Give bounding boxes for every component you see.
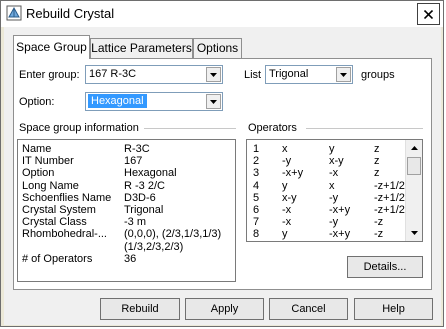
list-filter-value: Trigonal <box>269 68 309 80</box>
operator-component: x <box>329 179 335 192</box>
operator-component: -x+y <box>329 228 351 241</box>
info-row-label: IT Number <box>22 155 74 168</box>
dialog-body: Space Group Lattice Parameters Options E… <box>4 27 441 325</box>
operator-index: 1 <box>253 143 260 155</box>
info-row-label: Rhombohedral-... <box>22 228 107 241</box>
operator-component: -x+y <box>329 204 351 216</box>
operator-component: -y <box>329 191 339 204</box>
enter-group-value: 167 R-3C <box>89 68 137 80</box>
operator-component: -z+1/2 <box>374 191 405 204</box>
operators-heading: Operators <box>248 122 297 134</box>
chevron-down-icon <box>210 72 217 77</box>
enter-group-label: Enter group: <box>19 69 80 81</box>
info-row-value: Trigonal <box>124 204 164 216</box>
info-row-value: D3D-6 <box>124 191 156 204</box>
operators-scrollbar[interactable] <box>405 140 422 241</box>
operator-component: -x <box>282 216 292 229</box>
tab-space-group[interactable]: Space Group <box>13 35 90 59</box>
scroll-down-button[interactable] <box>406 225 422 241</box>
scroll-up-button[interactable] <box>406 140 422 156</box>
operator-component: -x <box>282 204 292 216</box>
info-row-value: R-3C <box>124 143 150 155</box>
operator-component: z <box>374 167 380 180</box>
operator-component: -y <box>282 155 292 168</box>
operator-index: 3 <box>253 167 260 180</box>
operator-component: -z <box>374 228 384 241</box>
info-row-label: Long Name <box>22 179 79 192</box>
operator-component: y <box>329 143 335 155</box>
space-group-info-heading: Space group information <box>19 122 139 134</box>
operator-component: -y <box>329 216 339 229</box>
list-filter-dropdown-arrow[interactable] <box>336 67 351 82</box>
option-label: Option: <box>19 96 55 108</box>
enter-group-combobox[interactable]: 167 R-3C <box>85 65 223 84</box>
tab-lattice-parameters[interactable]: Lattice Parameters <box>90 38 193 58</box>
list-filter-combobox[interactable]: Trigonal <box>265 65 353 84</box>
operator-component: x <box>282 143 288 155</box>
operator-component: y <box>282 179 288 192</box>
chevron-up-icon <box>410 146 418 150</box>
option-combobox[interactable]: Hexagonal <box>85 92 223 111</box>
info-heading-divider <box>144 128 236 129</box>
list-label: List <box>244 69 262 81</box>
operator-index: 6 <box>253 204 260 216</box>
rebuild-button[interactable]: Rebuild <box>100 298 180 320</box>
operator-index: 2 <box>253 155 260 168</box>
info-row-value: Hexagonal <box>124 167 177 180</box>
operator-component: x-y <box>282 191 297 204</box>
info-row-value: 167 <box>124 155 143 168</box>
enter-group-dropdown-arrow[interactable] <box>206 67 221 82</box>
close-icon <box>424 9 433 19</box>
chevron-down-icon <box>340 72 347 77</box>
info-row-label: # of Operators <box>22 252 93 265</box>
apply-button[interactable]: Apply <box>185 298 264 320</box>
operators-list[interactable]: 1 x y z 2 -y x-y z 3 -x+y -x z 4 y x -z+1/2 5 x-y -y -z+1/2… <box>246 139 423 242</box>
operator-component: z <box>374 143 380 155</box>
space-group-panel: Enter group: 167 R-3C List Trigonal grou… <box>13 58 432 290</box>
operator-index: 5 <box>253 191 260 204</box>
crystal-app-icon <box>6 5 22 21</box>
operator-component: -z <box>374 216 384 229</box>
operator-component: -z+1/2 <box>374 179 405 192</box>
info-row-value: (1/3,2/3,2/3) <box>124 240 184 253</box>
operator-index: 8 <box>253 228 260 241</box>
operator-component: -z+1/2 <box>374 204 405 216</box>
help-button[interactable]: Help <box>354 298 433 320</box>
close-button[interactable] <box>417 3 440 25</box>
space-group-info-list[interactable]: Name R-3C IT Number 167 Option Hexagonal Long … <box>17 139 236 282</box>
info-row-label: Crystal Class <box>22 216 87 229</box>
groups-label: groups <box>361 69 395 81</box>
info-row-value: R -3 2/C <box>124 179 165 192</box>
info-row-value: (0,0,0), (2/3,1/3,1/3) <box>124 228 222 241</box>
rebuild-crystal-dialog: Rebuild Crystal Space Group Lattice Para… <box>0 0 444 327</box>
operators-heading-divider <box>306 128 423 129</box>
option-dropdown-arrow[interactable] <box>206 94 221 109</box>
operator-component: -x <box>329 167 339 180</box>
tab-options[interactable]: Options <box>193 38 242 58</box>
info-row-label: Name <box>22 143 52 155</box>
scroll-thumb[interactable] <box>407 157 421 175</box>
chevron-down-icon <box>210 99 217 104</box>
operator-component: -x+y <box>282 167 304 180</box>
chevron-down-icon <box>410 231 418 235</box>
window-title: Rebuild Crystal <box>26 6 115 21</box>
info-row-value: -3 m <box>124 216 146 229</box>
info-row-label: Schoenflies Name <box>22 191 112 204</box>
title-bar: Rebuild Crystal <box>1 1 443 27</box>
operator-component: x-y <box>329 155 344 168</box>
info-row-value: 36 <box>124 252 137 265</box>
info-row-label: Crystal System <box>22 204 96 216</box>
details-button[interactable]: Details... <box>347 256 423 278</box>
operator-component: y <box>282 228 288 241</box>
info-row-label: Option <box>22 167 55 180</box>
operator-component: z <box>374 155 380 168</box>
cancel-button[interactable]: Cancel <box>269 298 348 320</box>
option-value: Hexagonal <box>88 94 147 108</box>
operator-index: 4 <box>253 179 260 192</box>
operator-index: 7 <box>253 216 260 229</box>
